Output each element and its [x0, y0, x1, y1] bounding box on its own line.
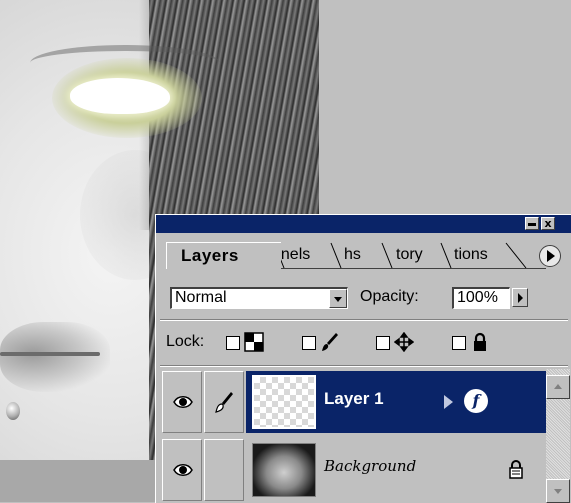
layer-row-background[interactable]: Background	[156, 437, 546, 503]
lip-drop	[6, 402, 20, 420]
expand-effects-icon[interactable]	[444, 395, 453, 409]
brush-lock-icon	[322, 333, 338, 351]
opacity-slider-button[interactable]	[512, 288, 528, 307]
lock-row: Lock:	[156, 323, 571, 363]
eye-icon	[173, 396, 193, 408]
opacity-label: Opacity:	[360, 288, 419, 305]
layer-thumbnail	[252, 375, 316, 429]
layers-palette: x tions tory hs nnels Layers Normal Opac…	[155, 214, 571, 503]
lock-all-checkbox[interactable]	[452, 336, 466, 350]
padlock-icon	[474, 332, 486, 351]
blend-mode-select[interactable]: Normal	[170, 287, 348, 309]
move-lock-icon	[394, 332, 414, 352]
layer-item-background[interactable]: Background	[246, 439, 546, 501]
scroll-up-button[interactable]	[546, 375, 570, 399]
brush-icon	[215, 392, 233, 413]
transparency-lock-icon	[244, 332, 264, 352]
divider	[160, 319, 568, 321]
lock-brush-checkbox[interactable]	[302, 336, 316, 350]
blend-row: Normal Opacity: 100%	[156, 277, 571, 317]
layers-scrollbar[interactable]	[546, 369, 570, 503]
layer-row-layer-1[interactable]: Layer 1 f	[156, 369, 546, 435]
lock-icon	[509, 460, 523, 479]
chevron-down-icon	[554, 489, 562, 494]
palette-title-bar[interactable]: x	[156, 215, 571, 233]
palette-menu-button[interactable]	[539, 245, 561, 267]
visibility-toggle[interactable]	[162, 371, 202, 433]
close-button[interactable]: x	[541, 217, 555, 230]
scroll-down-button[interactable]	[546, 479, 570, 503]
lip-line	[0, 352, 100, 356]
minimize-button[interactable]	[525, 217, 539, 230]
layer-effects-icon[interactable]: f	[464, 389, 488, 413]
glowing-eye	[70, 78, 170, 114]
lips	[0, 322, 110, 392]
palette-tabs: tions tory hs nnels Layers	[156, 233, 571, 271]
minimize-icon	[528, 223, 536, 226]
palette-menu-icon	[547, 250, 555, 262]
blend-dropdown-button[interactable]	[329, 289, 347, 308]
layer-link-toggle[interactable]	[204, 439, 244, 501]
chevron-right-icon	[518, 293, 523, 303]
layer-name: Layer 1	[324, 389, 384, 408]
chevron-up-icon	[554, 384, 562, 389]
chevron-down-icon	[334, 297, 342, 302]
layer-thumbnail	[252, 443, 316, 497]
layer-name: Background	[324, 457, 417, 475]
lock-move-checkbox[interactable]	[376, 336, 390, 350]
eye-icon	[173, 464, 193, 476]
layer-item-layer-1[interactable]: Layer 1 f	[246, 371, 546, 433]
blend-mode-value: Normal	[175, 289, 227, 306]
divider	[160, 365, 568, 367]
tab-layers[interactable]: Layers	[166, 242, 281, 269]
visibility-toggle[interactable]	[162, 439, 202, 501]
layers-list: Layer 1 f Background	[156, 369, 546, 503]
opacity-input[interactable]: 100%	[452, 287, 510, 309]
layer-link-toggle[interactable]	[204, 371, 244, 433]
lock-transparency-checkbox[interactable]	[226, 336, 240, 350]
lock-label: Lock:	[166, 333, 205, 350]
